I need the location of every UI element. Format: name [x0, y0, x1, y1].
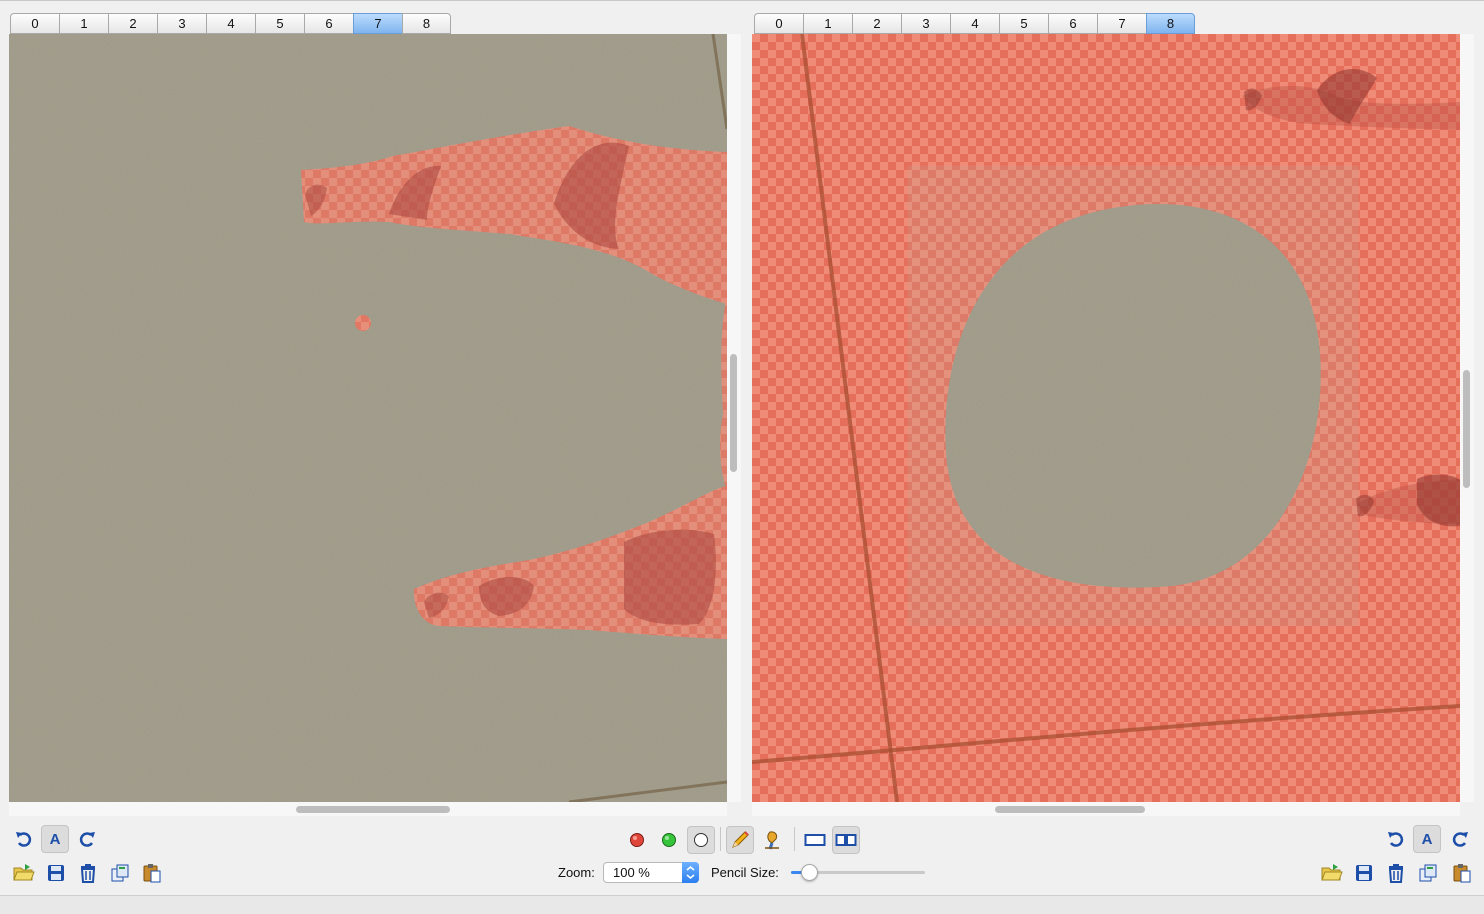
auto-icon: A [1421, 830, 1433, 848]
right-save-button[interactable] [1350, 859, 1378, 887]
auto-icon: A [49, 830, 61, 848]
left-tab-8[interactable]: 8 [402, 13, 451, 34]
fill-brush-icon [765, 831, 779, 850]
save-icon [1356, 865, 1372, 881]
right-undo-button[interactable] [1382, 825, 1410, 853]
left-delete-button[interactable] [74, 859, 102, 887]
right-tab-0[interactable]: 0 [754, 13, 803, 34]
left-horizontal-scrollbar[interactable] [9, 802, 727, 816]
left-redo-button[interactable] [73, 825, 101, 853]
left-undo-button[interactable] [10, 825, 38, 853]
dual-view-button[interactable] [832, 826, 860, 854]
open-folder-icon [1321, 864, 1343, 881]
right-tab-5[interactable]: 5 [999, 13, 1048, 34]
toolbar-separator [720, 827, 721, 851]
left-paste-button[interactable] [138, 859, 166, 887]
fill-tool-button[interactable] [759, 826, 787, 854]
right-open-button[interactable] [1318, 859, 1346, 887]
paste-icon [1453, 864, 1471, 883]
left-tab-5[interactable]: 5 [255, 13, 304, 34]
right-redo-button[interactable] [1446, 825, 1474, 853]
zoom-select[interactable]: 100 % [603, 862, 699, 883]
dual-view-icon [835, 834, 857, 846]
left-auto-button[interactable]: A [41, 825, 69, 853]
left-tab-6[interactable]: 6 [304, 13, 353, 34]
status-strip [0, 895, 1484, 914]
zoom-label: Zoom: [558, 865, 595, 880]
copy-icon [1419, 864, 1437, 882]
left-tab-3[interactable]: 3 [157, 13, 206, 34]
erase-label-button[interactable] [687, 826, 715, 854]
foreground-label-button[interactable] [623, 826, 651, 854]
pencil-icon [732, 831, 749, 848]
undo-icon [1388, 832, 1404, 847]
copy-icon [111, 864, 129, 882]
right-segmentation-view [752, 34, 1460, 802]
left-tab-bar: 0 1 2 3 4 5 6 7 8 [10, 13, 451, 35]
paste-icon [143, 864, 161, 883]
right-tab-3[interactable]: 3 [901, 13, 950, 34]
pencil-size-label: Pencil Size: [711, 865, 779, 880]
left-vertical-scroll-thumb[interactable] [730, 354, 737, 472]
left-tab-0[interactable]: 0 [10, 13, 59, 34]
redo-icon [79, 832, 95, 847]
right-image-canvas[interactable] [752, 34, 1460, 802]
save-icon [48, 865, 64, 881]
left-image-canvas[interactable] [9, 34, 727, 802]
left-tab-1[interactable]: 1 [59, 13, 108, 34]
right-delete-button[interactable] [1382, 859, 1410, 887]
right-tab-4[interactable]: 4 [950, 13, 999, 34]
right-auto-button[interactable]: A [1413, 825, 1441, 853]
single-view-icon [804, 834, 826, 846]
trash-icon [1388, 864, 1404, 883]
left-copy-button[interactable] [106, 859, 134, 887]
toolbar-separator-2 [794, 827, 795, 851]
green-dot-icon [662, 833, 676, 847]
single-view-button[interactable] [801, 826, 829, 854]
undo-icon [16, 832, 32, 847]
segmentation-app-window: 0 1 2 3 4 5 6 7 8 0 1 2 3 4 5 6 7 8 A Zo… [0, 0, 1484, 914]
right-tab-1[interactable]: 1 [803, 13, 852, 34]
right-tab-bar: 0 1 2 3 4 5 6 7 8 [754, 13, 1195, 35]
red-dot-icon [630, 833, 644, 847]
left-open-button[interactable] [10, 859, 38, 887]
pencil-size-slider-knob[interactable] [801, 864, 818, 881]
left-horizontal-scroll-thumb[interactable] [296, 806, 450, 813]
empty-dot-icon [694, 833, 708, 847]
left-segmentation-view [9, 34, 727, 802]
right-tab-6[interactable]: 6 [1048, 13, 1097, 34]
pencil-tool-button[interactable] [726, 826, 754, 854]
background-label-button[interactable] [655, 826, 683, 854]
right-tab-7[interactable]: 7 [1097, 13, 1146, 34]
right-vertical-scrollbar[interactable] [1460, 34, 1474, 802]
open-folder-icon [13, 864, 35, 881]
right-vertical-scroll-thumb[interactable] [1463, 370, 1470, 488]
right-tab-2[interactable]: 2 [852, 13, 901, 34]
left-vertical-scrollbar[interactable] [727, 34, 741, 802]
left-tab-2[interactable]: 2 [108, 13, 157, 34]
right-horizontal-scroll-thumb[interactable] [995, 806, 1145, 813]
redo-icon [1452, 832, 1468, 847]
left-tab-4[interactable]: 4 [206, 13, 255, 34]
left-tab-7[interactable]: 7 [353, 13, 402, 34]
zoom-value: 100 % [613, 865, 650, 880]
right-tab-8[interactable]: 8 [1146, 13, 1195, 34]
right-paste-button[interactable] [1448, 859, 1476, 887]
right-copy-button[interactable] [1414, 859, 1442, 887]
zoom-stepper[interactable] [682, 862, 699, 883]
right-horizontal-scrollbar[interactable] [752, 802, 1460, 816]
left-save-button[interactable] [42, 859, 70, 887]
chevron-updown-icon [686, 865, 695, 880]
trash-icon [80, 864, 96, 883]
